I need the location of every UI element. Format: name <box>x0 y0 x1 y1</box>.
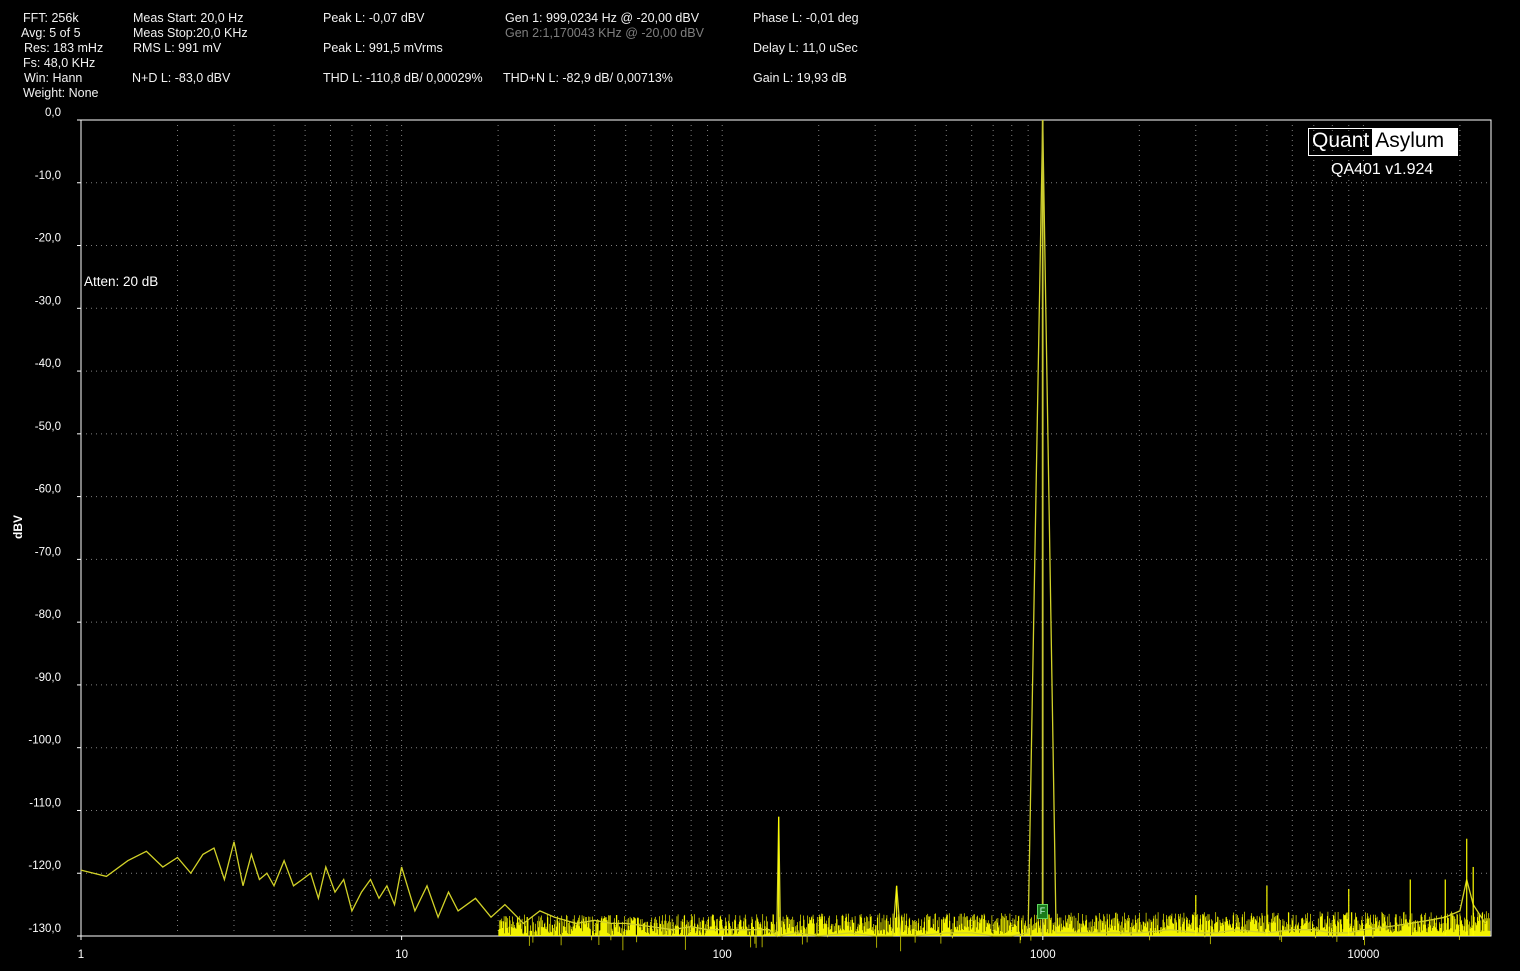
y-tick-label: -130,0 <box>28 923 61 935</box>
y-tick-label: -90,0 <box>35 672 61 684</box>
atten-annotation: Atten: 20 dB <box>84 274 159 289</box>
plot-frame <box>80 119 1492 937</box>
logo-left-text: Quant <box>1312 129 1370 152</box>
spectrum-chart[interactable]: 0,0 -10,0 -20,0 -30,0 -40,0 -50,0 -60,0 -70,0 -8… <box>0 0 1520 971</box>
y-tick-label: -120,0 <box>28 860 61 872</box>
y-tick-label: -60,0 <box>35 484 61 496</box>
x-tick-label: 10 <box>395 949 408 961</box>
y-axis-label: dBV <box>11 515 25 539</box>
y-tick-label: 0,0 <box>45 107 61 119</box>
y-tick-label: -40,0 <box>35 358 61 370</box>
y-tick-label: -110,0 <box>29 797 61 809</box>
quantasylum-logo: Quant Asylum <box>1308 128 1458 156</box>
y-tick-label: -50,0 <box>35 421 61 433</box>
y-tick-label: -100,0 <box>28 735 61 747</box>
y-tick-label: -20,0 <box>35 233 61 245</box>
y-tick-label: -80,0 <box>35 609 61 621</box>
y-tick-label: -70,0 <box>35 546 61 558</box>
x-tick-label: 1 <box>78 949 84 961</box>
x-tick-label: 1000 <box>1030 949 1056 961</box>
y-tick-label: -10,0 <box>35 170 61 182</box>
y-tick-label: -30,0 <box>35 295 61 307</box>
version-label: QA401 v1.924 <box>1331 161 1434 178</box>
x-tick-label: 100 <box>713 949 732 961</box>
x-tick-label: 10000 <box>1347 949 1379 961</box>
logo-right-text: Asylum <box>1372 129 1457 155</box>
fundamental-marker[interactable]: F <box>1037 904 1048 919</box>
